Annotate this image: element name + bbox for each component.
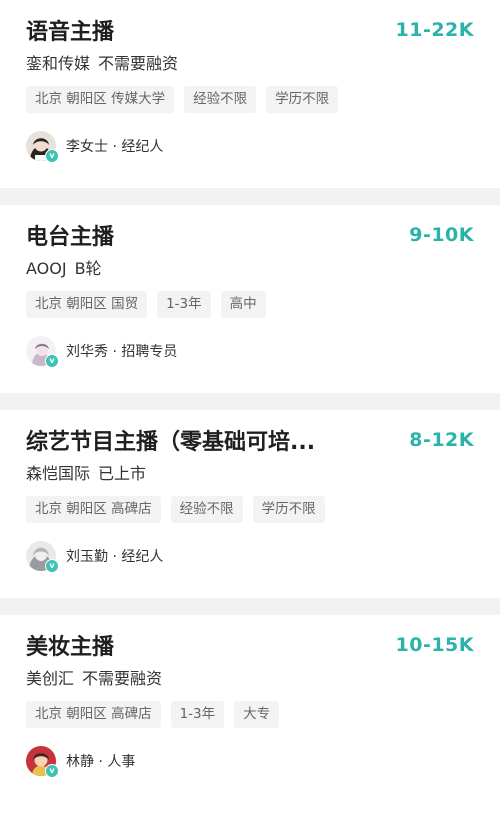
company-info: 森恺国际 已上市 [26,462,474,486]
job-card[interactable]: 语音主播 11-22K 銮和传媒 不需要融资 北京 朝阳区 传媒大学 经验不限 学… [0,0,500,188]
job-card[interactable]: 综艺节目主播（零基础可培... 8-12K 森恺国际 已上市 北京 朝阳区 高碑店… [0,410,500,598]
job-tags: 北京 朝阳区 国贸 1-3年 高中 [26,291,474,318]
job-tags: 北京 朝阳区 传媒大学 经验不限 学历不限 [26,86,474,113]
company-info: AOOJ B轮 [26,257,474,281]
funding-stage: 已上市 [98,464,147,483]
recruiter-name-title: 刘华秀 · 招聘专员 [66,344,178,360]
tag-experience: 1-3年 [157,291,211,318]
job-title[interactable]: 美妆主播 [26,629,114,661]
recruiter[interactable]: v 李女士 · 经纪人 [26,131,474,163]
verified-badge-icon: v [45,354,59,368]
funding-stage: 不需要融资 [98,54,179,73]
job-header: 电台主播 9-10K [26,205,474,251]
company-name: AOOJ [26,259,67,278]
company-name: 銮和传媒 [26,54,91,73]
tag-education: 高中 [220,291,266,318]
recruiter[interactable]: v 林静 · 人事 [26,746,474,778]
tag-location: 北京 朝阳区 高碑店 [26,496,161,523]
job-title[interactable]: 语音主播 [26,14,114,46]
job-header: 美妆主播 10-15K [26,615,474,661]
tag-education: 大专 [234,701,280,728]
recruiter[interactable]: v 刘玉勤 · 经纪人 [26,541,474,573]
job-header: 语音主播 11-22K [26,0,474,46]
job-header: 综艺节目主播（零基础可培... 8-12K [26,410,474,456]
salary: 8-12K [409,429,474,451]
recruiter-name-title: 刘玉勤 · 经纪人 [66,549,164,565]
salary: 11-22K [395,19,474,41]
verified-badge-icon: v [45,559,59,573]
funding-stage: 不需要融资 [82,669,163,688]
job-tags: 北京 朝阳区 高碑店 经验不限 学历不限 [26,496,474,523]
avatar: v [26,746,59,778]
company-info: 銮和传媒 不需要融资 [26,52,474,76]
salary: 9-10K [409,224,474,246]
job-card[interactable]: 电台主播 9-10K AOOJ B轮 北京 朝阳区 国贸 1-3年 高中 v 刘… [0,205,500,393]
avatar: v [26,541,59,573]
job-card[interactable]: 美妆主播 10-15K 美创汇不需要融资 北京 朝阳区 高碑店 1-3年 大专 [0,615,500,815]
tag-experience: 1-3年 [170,701,225,728]
job-list: 语音主播 11-22K 銮和传媒 不需要融资 北京 朝阳区 传媒大学 经验不限 学… [0,0,500,815]
avatar: v [26,131,59,163]
funding-stage: B轮 [74,259,102,278]
verified-badge-icon: v [45,149,59,163]
tag-education: 学历不限 [266,86,339,113]
verified-badge-icon: v [45,764,59,778]
job-title[interactable]: 电台主播 [26,219,114,251]
tag-experience: 经验不限 [170,496,243,523]
recruiter-name-title: 李女士 · 经纪人 [66,139,164,155]
avatar: v [26,336,59,368]
tag-location: 北京 朝阳区 传媒大学 [26,86,175,113]
salary: 10-15K [395,634,474,656]
company-name: 森恺国际 [26,464,91,483]
company-name: 美创汇 [26,669,75,688]
recruiter[interactable]: v 刘华秀 · 招聘专员 [26,336,474,368]
tag-location: 北京 朝阳区 国贸 [26,291,148,318]
tag-education: 学历不限 [252,496,325,523]
job-tags: 北京 朝阳区 高碑店 1-3年 大专 [26,701,474,728]
job-title[interactable]: 综艺节目主播（零基础可培... [26,424,315,456]
recruiter-name-title: 林静 · 人事 [66,754,136,770]
company-info: 美创汇 不需要融资 [26,667,474,691]
tag-location: 北京 朝阳区 高碑店 [26,701,161,728]
tag-experience: 经验不限 [184,86,257,113]
